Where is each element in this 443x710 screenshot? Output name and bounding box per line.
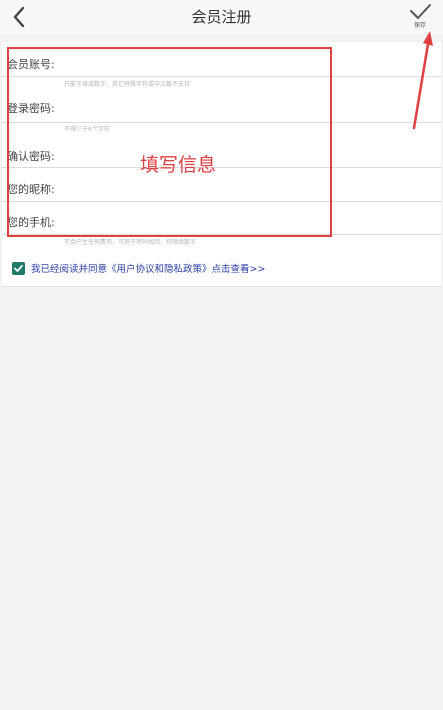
phone-input[interactable]: [68, 211, 437, 231]
divider: [2, 234, 441, 235]
page-title: 会员注册: [191, 8, 252, 26]
field-phone: 您的手机: 不会产生任何费用，可用于密码找回，仅限填数字: [2, 202, 441, 246]
annotation-label: 填写信息: [140, 154, 217, 176]
field-confirm-password: 确认密码:: [2, 134, 441, 168]
phone-label: 您的手机:: [7, 216, 55, 229]
confirm-password-input[interactable]: [68, 145, 437, 165]
confirm-password-label: 确认密码:: [7, 150, 55, 163]
phone-hint: 不会产生任何费用，可用于密码找回，仅限填数字: [64, 239, 197, 246]
agreement-row: 我已经阅读并同意《用户协议和隐私政策》点击查看>>: [12, 260, 265, 276]
agreement-link[interactable]: 我已经阅读并同意《用户协议和隐私政策》点击查看>>: [31, 261, 265, 275]
nickname-input[interactable]: [68, 178, 437, 198]
field-password: 登录密码: 不得少于6个字符: [2, 86, 441, 133]
password-label: 登录密码:: [7, 102, 55, 115]
password-input[interactable]: [68, 97, 437, 117]
nickname-label: 您的昵称:: [7, 183, 55, 196]
password-hint: 不得少于6个字符: [64, 126, 110, 133]
agreement-checkbox[interactable]: [12, 261, 25, 275]
field-account: 会员账号: 只能字母或数字，其它特殊字符或中文暂不支持: [2, 42, 441, 88]
top-bar: 会员注册 保存: [0, 0, 443, 34]
divider: [2, 76, 441, 77]
save-button[interactable]: 保存: [403, 2, 437, 34]
divider: [2, 122, 441, 123]
field-nickname: 您的昵称:: [2, 168, 441, 202]
account-input[interactable]: [68, 53, 437, 73]
account-label: 会员账号:: [7, 58, 55, 71]
registration-form: 会员账号: 只能字母或数字，其它特殊字符或中文暂不支持 登录密码: 不得少于6个…: [2, 42, 441, 287]
check-icon: [14, 264, 23, 272]
checkmark-icon: [410, 4, 431, 19]
save-label: 保存: [413, 22, 426, 29]
